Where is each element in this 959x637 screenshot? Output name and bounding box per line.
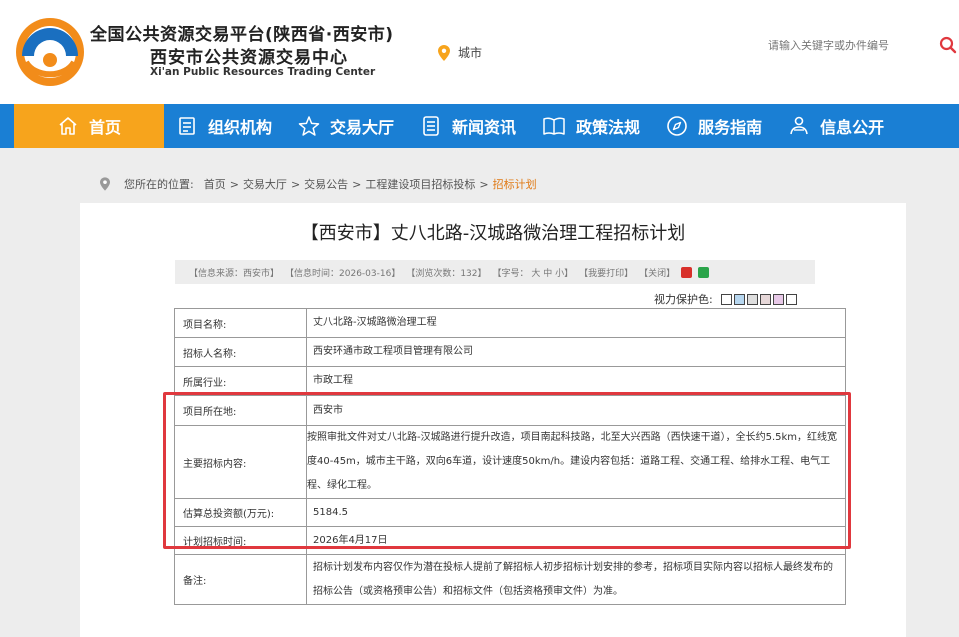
row-value: 市政工程 (306, 366, 846, 396)
table-row: 备注: 招标计划发布内容仅作为潜在投标人提前了解招标人初步招标计划安排的参考，招… (174, 554, 846, 605)
nav-label: 政策法规 (576, 118, 641, 137)
nav-organization[interactable]: 组织机构 (176, 104, 272, 148)
row-value: 5184.5 (306, 498, 846, 527)
home-icon (59, 117, 77, 135)
search-icon[interactable] (939, 36, 957, 54)
table-row: 估算总投资额(万元): 5184.5 (174, 498, 846, 527)
breadcrumb-item-home[interactable]: 首页 (204, 176, 226, 192)
row-label: 备注: (174, 554, 307, 605)
row-value: 西安环通市政工程项目管理有限公司 (306, 337, 846, 367)
row-label: 项目所在地: (174, 395, 307, 426)
row-label: 所属行业: (174, 366, 307, 396)
breadcrumb-item-engineering[interactable]: 工程建设项目招标投标 (365, 176, 475, 192)
vision-swatch-rose[interactable] (759, 293, 771, 305)
table-row: 主要招标内容: 按照审批文件对丈八北路-汉城路进行提升改造，项目南起科技路，北至… (174, 425, 846, 499)
breadcrumb-item-announcements[interactable]: 交易公告 (304, 176, 348, 192)
row-label: 招标人名称: (174, 337, 307, 367)
nav-label: 服务指南 (698, 118, 763, 137)
row-value: 2026年4月17日 (306, 526, 846, 555)
site-logo-icon[interactable] (14, 16, 86, 88)
nav-trading-hall[interactable]: 交易大厅 (298, 104, 394, 148)
article-panel: 【西安市】丈八北路-汉城路微治理工程招标计划 【信息来源：西安市】 【信息时间：… (80, 203, 906, 637)
breadcrumb-separator: > (229, 177, 239, 191)
breadcrumb-item-trading-hall[interactable]: 交易大厅 (243, 176, 287, 192)
search-input[interactable] (758, 40, 928, 52)
vision-swatch-blue[interactable] (733, 293, 745, 305)
vision-swatch-default[interactable] (785, 293, 797, 305)
search-box (758, 32, 959, 60)
breadcrumb-separator: > (479, 177, 489, 191)
row-label: 主要招标内容: (174, 425, 307, 499)
table-row: 计划招标时间: 2026年4月17日 (174, 526, 846, 555)
share-wechat-icon[interactable] (698, 266, 710, 278)
nav-policy[interactable]: 政策法规 (542, 104, 640, 148)
site-header: 全国公共资源交易平台(陕西省·西安市) 西安市公共资源交易中心 Xi'an Pu… (0, 0, 959, 104)
table-row: 项目所在地: 西安市 (174, 395, 846, 426)
row-value: 西安市 (306, 395, 846, 426)
row-value: 招标计划发布内容仅作为潜在投标人提前了解招标人初步招标计划安排的参考，招标项目实… (306, 554, 846, 605)
vision-label: 视力保护色: (654, 293, 713, 306)
person-icon (790, 116, 808, 135)
vision-swatch-gray[interactable] (746, 293, 758, 305)
row-label: 项目名称: (174, 308, 307, 338)
center-title-en: Xi'an Public Resources Trading Center (150, 66, 376, 78)
breadcrumb-separator: > (352, 177, 362, 191)
main-nav: 首页 组织机构 交易大厅 新闻资讯 政策法规 服务指南 信息公开 (0, 104, 959, 148)
nav-info-disclosure[interactable]: 信息公开 (788, 104, 884, 148)
breadcrumb-current[interactable]: 招标计划 (493, 176, 537, 192)
breadcrumb-prefix: 您所在的位置: (124, 178, 194, 191)
info-views: 【浏览次数：132】 (406, 268, 487, 279)
project-info-table: 项目名称: 丈八北路-汉城路微治理工程 招标人名称: 西安环通市政工程项目管理有… (174, 308, 846, 605)
star-icon (298, 116, 320, 136)
book-icon (543, 117, 565, 135)
nav-label: 首页 (88, 118, 121, 137)
nav-label: 交易大厅 (330, 118, 395, 137)
news-icon (423, 116, 439, 136)
close-link[interactable]: 【关闭】 (639, 266, 675, 279)
vision-swatch-pink[interactable] (772, 293, 784, 305)
platform-title: 全国公共资源交易平台(陕西省·西安市) (90, 25, 394, 45)
info-source: 【信息来源：西安市】 (189, 268, 280, 279)
org-doc-icon (179, 117, 195, 135)
nav-label: 信息公开 (820, 118, 885, 137)
city-selector[interactable]: 城市 (438, 44, 482, 61)
nav-news[interactable]: 新闻资讯 (420, 104, 516, 148)
vision-swatch-white[interactable] (720, 293, 732, 305)
print-link[interactable]: 【我要打印】 (579, 266, 633, 279)
city-label: 城市 (458, 46, 483, 60)
table-row: 项目名称: 丈八北路-汉城路微治理工程 (174, 308, 846, 338)
vision-protection: 视力保护色: (654, 291, 797, 307)
center-title: 西安市公共资源交易中心 (150, 48, 348, 68)
breadcrumb-separator: > (290, 177, 301, 191)
article-info-bar: 【信息来源：西安市】 【信息时间：2026-03-16】 【浏览次数：132】 … (175, 260, 815, 284)
nav-service-guide[interactable]: 服务指南 (666, 104, 762, 148)
nav-home[interactable]: 首页 (14, 104, 164, 148)
table-row: 招标人名称: 西安环通市政工程项目管理有限公司 (174, 337, 846, 367)
table-row: 所属行业: 市政工程 (174, 366, 846, 396)
article-title: 【西安市】丈八北路-汉城路微治理工程招标计划 (300, 223, 686, 244)
nav-label: 新闻资讯 (452, 118, 517, 137)
location-pin-icon (100, 177, 110, 191)
compass-icon (667, 116, 687, 136)
row-value: 丈八北路-汉城路微治理工程 (306, 308, 846, 338)
row-label: 估算总投资额(万元): (174, 498, 307, 527)
info-fontsize[interactable]: 【字号： 大 中 小】 (493, 266, 574, 279)
row-value: 按照审批文件对丈八北路-汉城路进行提升改造，项目南起科技路，北至大兴西路（西快速… (306, 425, 846, 499)
share-weibo-icon[interactable] (681, 266, 693, 278)
breadcrumb: 您所在的位置: 首页 > 交易大厅 > 交易公告 > 工程建设项目招标投标 > … (100, 176, 537, 192)
info-time: 【信息时间：2026-03-16】 (285, 268, 401, 279)
row-label: 计划招标时间: (174, 526, 307, 555)
location-pin-icon (438, 44, 450, 61)
nav-label: 组织机构 (208, 118, 273, 137)
